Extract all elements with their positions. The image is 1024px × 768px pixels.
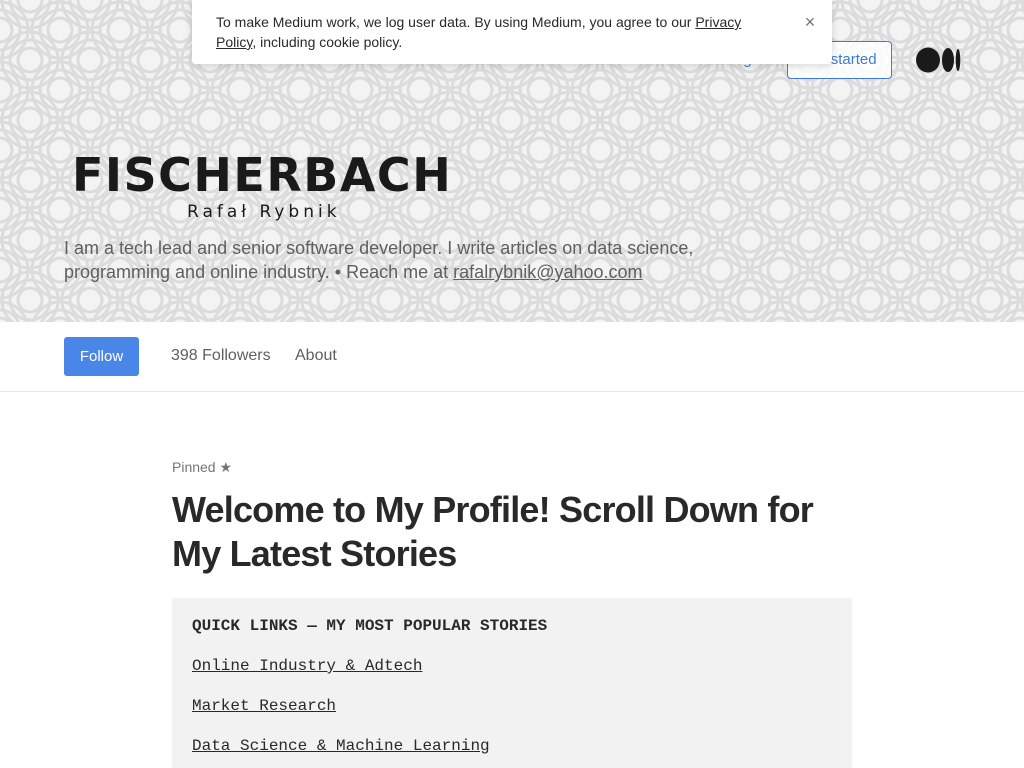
cookie-text-end: , including cookie policy. xyxy=(252,34,403,50)
cookie-banner: To make Medium work, we log user data. B… xyxy=(192,0,832,64)
quick-links-box: QUICK LINKS — MY MOST POPULAR STORIES On… xyxy=(172,598,852,768)
medium-logo-icon[interactable] xyxy=(916,47,961,73)
about-link[interactable]: About xyxy=(295,346,337,366)
quick-link-market-research[interactable]: Market Research xyxy=(192,696,832,716)
quick-link-online-industry[interactable]: Online Industry & Adtech xyxy=(192,656,832,676)
followers-link[interactable]: 398 Followers xyxy=(171,346,271,366)
quick-links-heading: QUICK LINKS — MY MOST POPULAR STORIES xyxy=(192,617,548,635)
profile-bio: I am a tech lead and senior software dev… xyxy=(64,236,744,284)
brand-subtitle: Rafał Rybnik xyxy=(187,202,341,222)
quick-link-data-science[interactable]: Data Science & Machine Learning xyxy=(192,736,832,756)
publication-logo: FISCHERBACH Rafał Rybnik xyxy=(72,150,482,230)
pinned-label: Pinned ★ xyxy=(172,459,233,475)
close-icon[interactable]: × xyxy=(800,12,820,32)
brand-title: FISCHERBACH xyxy=(72,148,453,202)
bio-email-link[interactable]: rafalrybnik@yahoo.com xyxy=(453,262,642,282)
cookie-text-start: To make Medium work, we log user data. B… xyxy=(216,14,696,30)
post-title[interactable]: Welcome to My Profile! Scroll Down for M… xyxy=(172,488,862,576)
divider xyxy=(0,391,1024,392)
follow-button[interactable]: Follow xyxy=(64,337,139,376)
